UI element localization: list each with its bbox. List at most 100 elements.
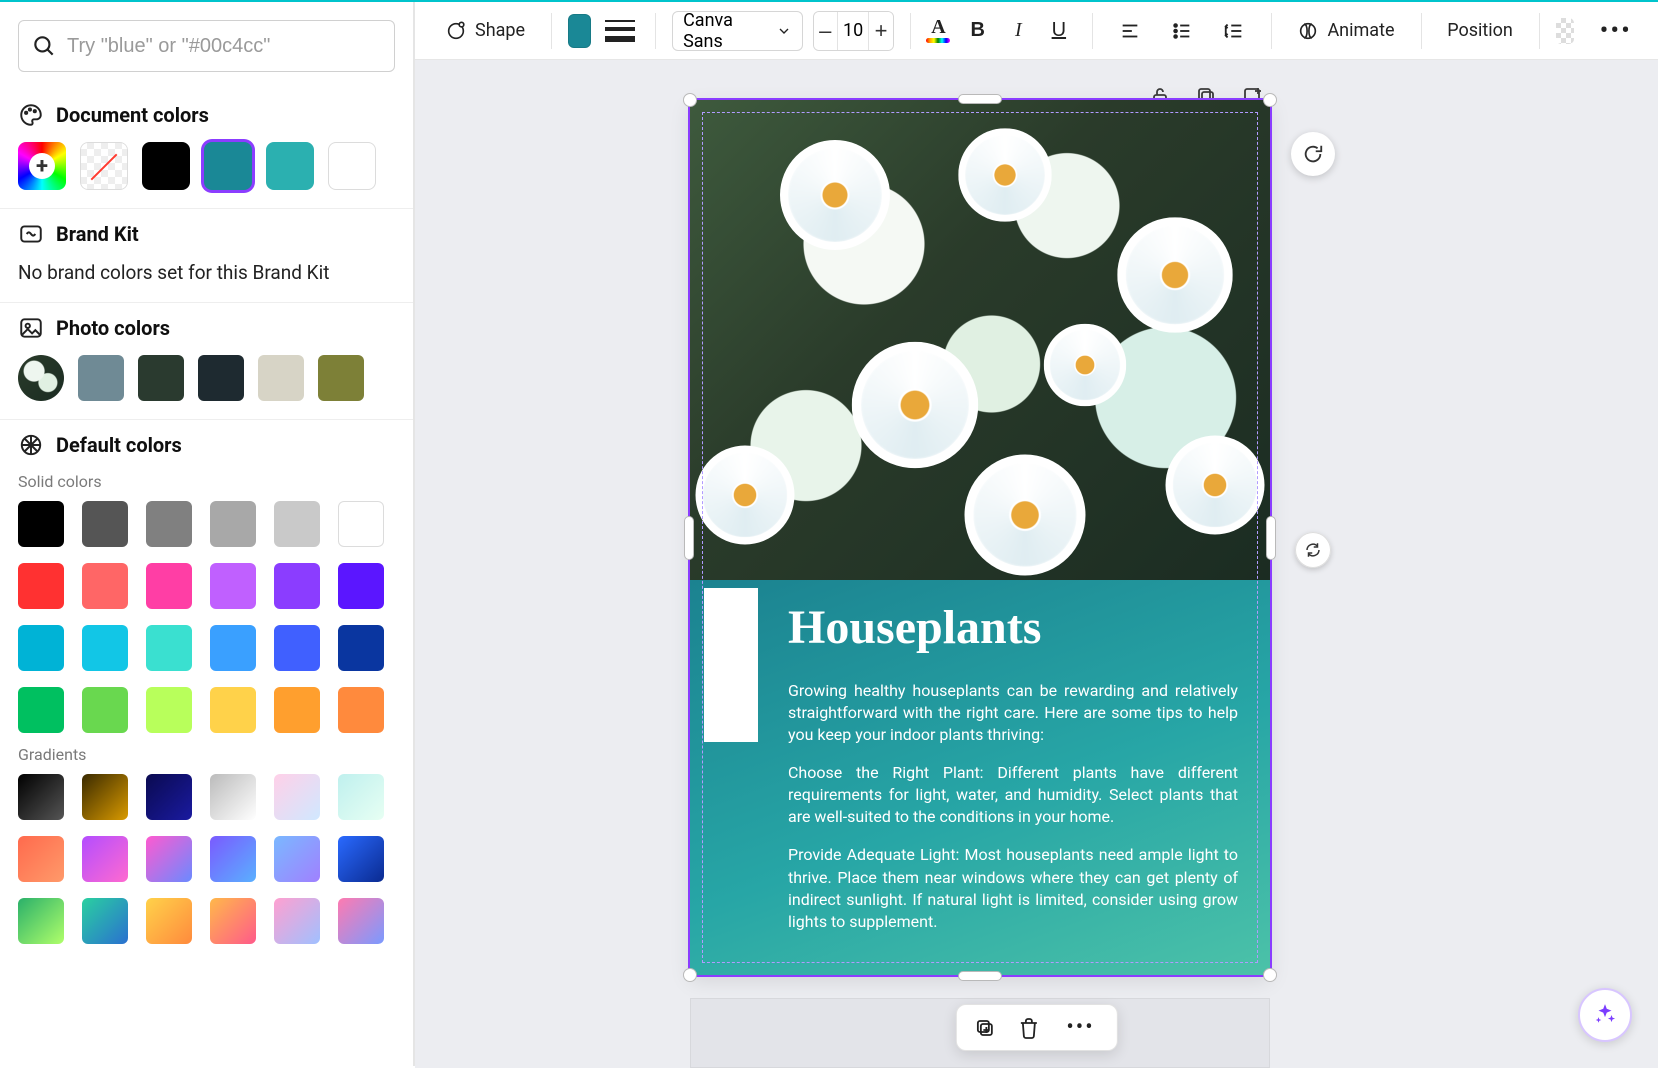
gradient-swatch[interactable] <box>82 774 128 820</box>
color-swatch[interactable] <box>318 355 364 401</box>
duplicate-icon[interactable] <box>972 1016 996 1040</box>
resize-handle-left[interactable] <box>684 516 694 560</box>
magic-button[interactable] <box>1578 988 1632 1042</box>
gradient-swatch[interactable] <box>210 898 256 944</box>
color-swatch[interactable] <box>258 355 304 401</box>
gradient-swatch[interactable] <box>274 836 320 882</box>
color-swatch[interactable] <box>18 563 64 609</box>
trash-icon[interactable] <box>1016 1016 1040 1040</box>
gradient-swatch[interactable] <box>146 774 192 820</box>
canvas-selection[interactable]: Houseplants Growing healthy houseplants … <box>690 100 1270 975</box>
resize-handle-bl[interactable] <box>683 968 697 982</box>
transparency-button[interactable] <box>1556 18 1574 44</box>
more-button[interactable]: ••• <box>1594 16 1638 46</box>
color-swatch[interactable] <box>210 501 256 547</box>
gradient-swatch[interactable] <box>274 898 320 944</box>
color-swatch[interactable] <box>18 625 64 671</box>
spacing-button[interactable] <box>1213 11 1255 51</box>
color-swatch[interactable] <box>274 501 320 547</box>
gradient-swatch[interactable] <box>338 774 384 820</box>
gradient-swatch[interactable] <box>210 836 256 882</box>
flower-shape <box>965 455 1086 576</box>
font-size-plus[interactable]: + <box>869 12 892 50</box>
color-swatch[interactable] <box>18 501 64 547</box>
gradient-swatch[interactable] <box>82 898 128 944</box>
flower-shape <box>780 140 890 250</box>
transparent-swatch[interactable] <box>80 142 128 190</box>
gradient-swatch[interactable] <box>146 836 192 882</box>
color-swatch[interactable] <box>338 501 384 547</box>
rotate-button[interactable] <box>1291 132 1335 176</box>
text-align-button[interactable] <box>1109 11 1151 51</box>
color-swatch[interactable] <box>78 355 124 401</box>
gradient-swatch[interactable] <box>18 898 64 944</box>
position-button[interactable]: Position <box>1437 11 1523 51</box>
color-swatch[interactable] <box>328 142 376 190</box>
color-swatch[interactable] <box>198 355 244 401</box>
text-color-button[interactable]: A <box>926 18 950 43</box>
resize-handle-top[interactable] <box>958 94 1002 104</box>
color-swatch[interactable] <box>338 563 384 609</box>
color-swatch[interactable] <box>146 501 192 547</box>
color-swatch[interactable] <box>204 142 252 190</box>
color-swatch[interactable] <box>338 687 384 733</box>
resize-handle-br[interactable] <box>1263 968 1277 982</box>
color-swatch[interactable] <box>142 142 190 190</box>
color-swatch[interactable] <box>82 501 128 547</box>
canvas-workspace[interactable]: Houseplants Growing healthy houseplants … <box>415 60 1658 1068</box>
fill-color-button[interactable] <box>568 14 592 48</box>
color-swatch[interactable] <box>210 687 256 733</box>
photo-thumbnail-swatch[interactable] <box>18 355 64 401</box>
color-swatch[interactable] <box>274 563 320 609</box>
resize-handle-tr[interactable] <box>1263 93 1277 107</box>
color-swatch[interactable] <box>274 625 320 671</box>
gradient-swatch[interactable] <box>82 836 128 882</box>
color-swatch[interactable] <box>210 625 256 671</box>
color-search-box[interactable] <box>18 20 395 72</box>
color-search-input[interactable] <box>67 35 382 58</box>
color-swatch[interactable] <box>82 687 128 733</box>
color-swatch[interactable] <box>338 625 384 671</box>
color-swatch[interactable] <box>82 563 128 609</box>
palette-icon <box>18 102 44 128</box>
border-weight-button[interactable] <box>601 11 639 51</box>
color-swatch[interactable] <box>82 625 128 671</box>
font-size-stepper[interactable]: – 10 + <box>813 11 894 51</box>
resize-handle-bottom[interactable] <box>958 971 1002 981</box>
font-name: Canva Sans <box>683 10 775 52</box>
list-button[interactable] <box>1161 11 1203 51</box>
font-size-minus[interactable]: – <box>814 12 837 50</box>
shape-button[interactable]: Shape <box>435 11 535 51</box>
gradient-swatch[interactable] <box>18 836 64 882</box>
gradient-swatch[interactable] <box>210 774 256 820</box>
gradient-swatch[interactable] <box>338 898 384 944</box>
color-swatch[interactable] <box>274 687 320 733</box>
font-size-value[interactable]: 10 <box>837 12 869 50</box>
add-color-swatch[interactable]: + <box>18 142 66 190</box>
underline-button[interactable]: U <box>1042 11 1076 51</box>
element-more-button[interactable]: ••• <box>1060 1015 1100 1040</box>
solid-colors-label: Solid colors <box>18 472 395 491</box>
title-accent-bar <box>704 588 758 742</box>
color-swatch[interactable] <box>210 563 256 609</box>
gradient-swatch[interactable] <box>18 774 64 820</box>
color-swatch[interactable] <box>146 687 192 733</box>
cycle-page-button[interactable] <box>1295 532 1331 568</box>
resize-handle-right[interactable] <box>1266 516 1276 560</box>
shape-label: Shape <box>475 20 525 41</box>
color-swatch[interactable] <box>18 687 64 733</box>
color-swatch[interactable] <box>146 625 192 671</box>
font-family-dropdown[interactable]: Canva Sans <box>672 11 802 51</box>
color-swatch[interactable] <box>146 563 192 609</box>
gradient-swatch[interactable] <box>274 774 320 820</box>
italic-button[interactable]: I <box>1005 11 1032 51</box>
color-swatch[interactable] <box>138 355 184 401</box>
canvas-page[interactable]: Houseplants Growing healthy houseplants … <box>690 100 1270 975</box>
animate-button[interactable]: Animate <box>1287 11 1404 51</box>
resize-handle-tl[interactable] <box>683 93 697 107</box>
color-swatch[interactable] <box>266 142 314 190</box>
gradient-swatch[interactable] <box>338 836 384 882</box>
gradient-swatch[interactable] <box>146 898 192 944</box>
bold-button[interactable]: B <box>960 11 994 51</box>
section-heading: Document colors <box>18 102 395 128</box>
